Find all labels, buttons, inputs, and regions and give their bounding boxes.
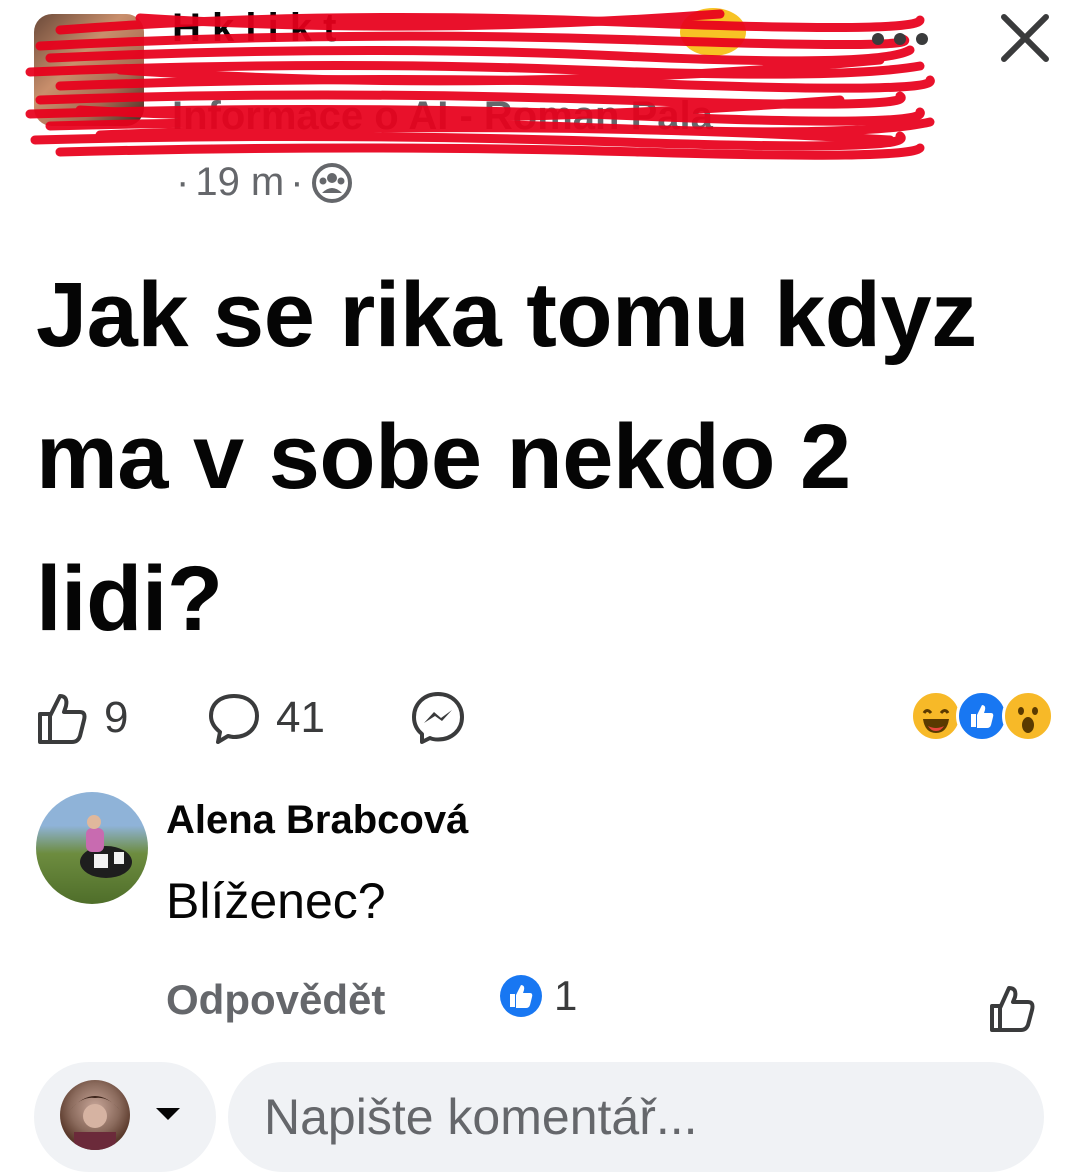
comment-like-button[interactable]	[984, 980, 1040, 1036]
more-horizontal-icon	[872, 33, 928, 45]
like-button[interactable]: 9	[34, 690, 128, 746]
messenger-icon	[412, 692, 464, 744]
commenter-photo	[80, 815, 132, 878]
chevron-down-icon[interactable]	[156, 1108, 180, 1120]
reactions-summary[interactable]	[910, 690, 1054, 746]
group-name[interactable]: H k l i k t	[172, 6, 337, 51]
thumbs-up-outline-icon	[38, 694, 87, 744]
group-avatar[interactable]	[34, 14, 144, 126]
close-icon	[1001, 14, 1049, 62]
emoji-icon	[680, 8, 746, 56]
wow-reaction-icon	[1002, 690, 1054, 742]
haha-reaction-icon	[910, 690, 962, 742]
like-reaction-icon	[500, 975, 542, 1017]
redaction-scribble	[25, 9, 935, 160]
avatar[interactable]	[36, 792, 148, 904]
comment-bubble-icon	[209, 694, 259, 744]
reply-button[interactable]: Odpovědět	[166, 976, 385, 1024]
comment-button[interactable]: 41	[206, 690, 325, 746]
close-button[interactable]	[990, 6, 1060, 70]
avatar	[60, 1080, 130, 1150]
comment-count: 41	[276, 693, 325, 742]
like-count: 9	[104, 693, 129, 742]
post-meta: · 19 m ·	[176, 160, 354, 205]
privacy-group-icon[interactable]	[310, 161, 354, 205]
send-messenger-button[interactable]	[410, 690, 466, 746]
comment-text: Blíženec?	[166, 873, 386, 929]
separator: ·	[290, 160, 304, 204]
post-text: Jak se rika tomu kdyz ma v sobe nekdo 2 …	[36, 264, 977, 650]
comment-input[interactable]: Napište komentář...	[228, 1062, 1044, 1172]
thumbs-up-outline-icon	[990, 986, 1035, 1032]
comment-reactions[interactable]: 1	[498, 972, 577, 1020]
like-reaction-icon	[956, 690, 1008, 742]
composer-photo	[70, 1096, 120, 1150]
more-options-button[interactable]	[860, 14, 940, 64]
author-line[interactable]: Informace o AI - Roman Pala	[172, 94, 713, 139]
comment-reaction-count: 1	[554, 972, 578, 1019]
separator: ·	[176, 160, 190, 204]
commenter-name[interactable]: Alena Brabcová	[166, 798, 468, 843]
post-time[interactable]: 19 m	[195, 160, 284, 205]
